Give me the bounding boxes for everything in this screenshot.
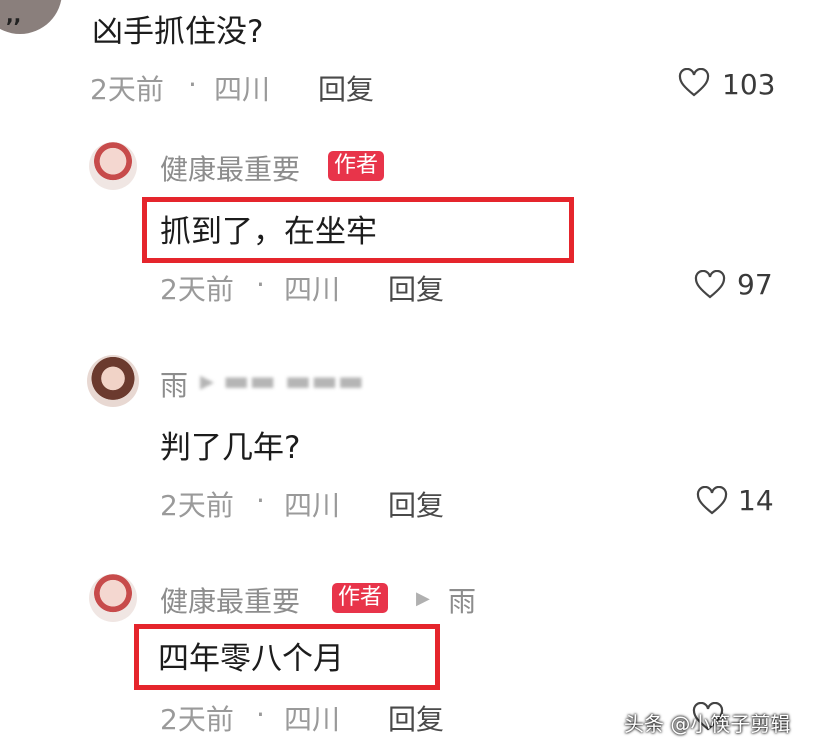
watermark: 头条 @小筷子剪辑 xyxy=(624,712,791,736)
comment-text: 抓到了，在坐牢 xyxy=(160,214,377,250)
comment-location: 四川 xyxy=(284,489,341,522)
reply-to-username[interactable]: 雨 xyxy=(448,580,476,620)
comment-location: 四川 xyxy=(214,73,271,106)
heart-icon[interactable] xyxy=(694,270,726,300)
comment-text: 判了几年? xyxy=(160,430,301,466)
comment-text: 四年零八个月 xyxy=(158,641,344,677)
obscured-reply-target: ▸ ▬▬ ▬▬▬ xyxy=(200,364,365,397)
comment-time: 2天前 xyxy=(160,273,234,306)
comment-time: 2天前 xyxy=(160,703,234,736)
avatar[interactable] xyxy=(87,355,139,407)
heart-icon[interactable] xyxy=(678,68,710,98)
reply-button[interactable]: 回复 xyxy=(388,268,444,308)
reply-button[interactable]: 回复 xyxy=(388,484,444,524)
comment-location: 四川 xyxy=(284,273,341,306)
author-badge: 作者 xyxy=(328,151,385,181)
separator-dot: · xyxy=(188,68,197,101)
author-badge: 作者 xyxy=(332,583,389,613)
avatar[interactable]: ,, xyxy=(0,0,62,34)
separator-dot: · xyxy=(256,698,265,731)
username[interactable]: 健康最重要 xyxy=(160,148,300,188)
like-count: 97 xyxy=(737,268,773,301)
comment-text: 凶手抓住没? xyxy=(92,14,264,50)
comment-location: 四川 xyxy=(284,703,341,736)
heart-icon[interactable] xyxy=(696,486,728,516)
reply-button[interactable]: 回复 xyxy=(318,68,374,108)
separator-dot: · xyxy=(256,484,265,517)
reply-arrow-icon: ▶ xyxy=(416,588,430,609)
avatar[interactable] xyxy=(89,574,137,622)
username[interactable]: 健康最重要 xyxy=(160,580,300,620)
comment-time: 2天前 xyxy=(160,489,234,522)
comment-time: 2天前 xyxy=(90,73,164,106)
like-count: 103 xyxy=(722,68,776,101)
avatar[interactable] xyxy=(89,142,137,190)
username[interactable]: 雨 xyxy=(160,364,188,404)
reply-button[interactable]: 回复 xyxy=(388,698,444,738)
like-count: 14 xyxy=(738,484,774,517)
separator-dot: · xyxy=(256,268,265,301)
